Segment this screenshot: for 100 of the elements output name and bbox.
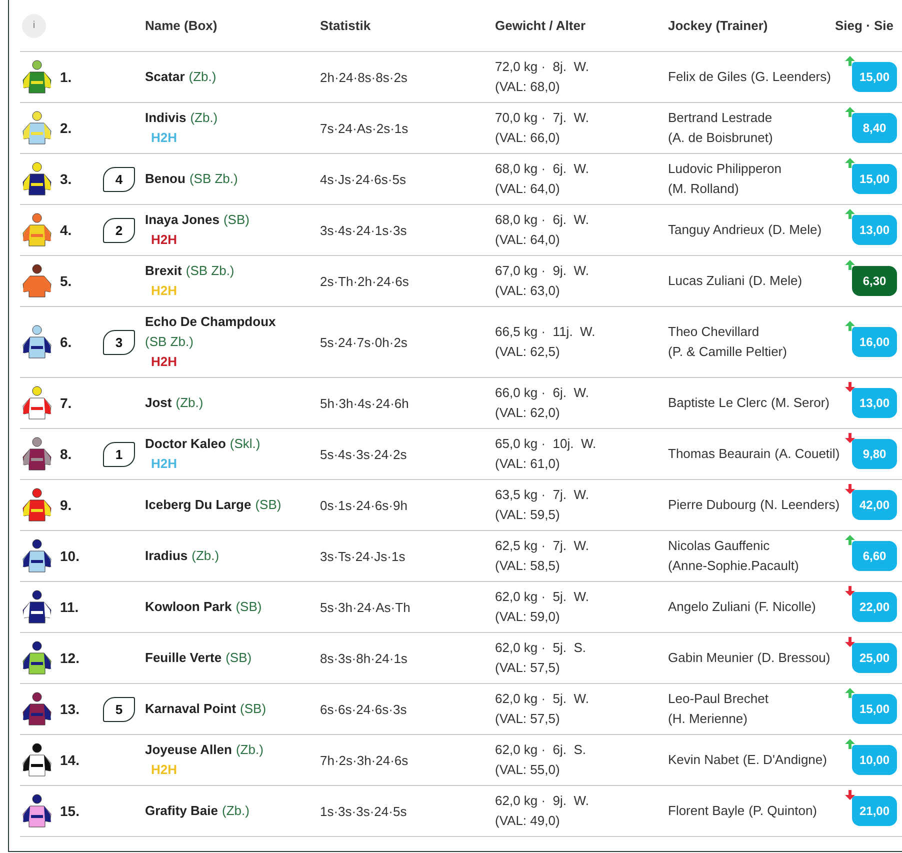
jockey-silks-icon <box>22 264 52 298</box>
weight-age: 62,5 kg · 7j. W. <box>495 537 589 555</box>
equipment-note: (SB) <box>226 649 252 667</box>
horse-name: Iradius <box>145 548 188 563</box>
odds-button[interactable]: 42,00 <box>852 490 897 520</box>
jockey-silks-icon <box>22 162 52 196</box>
odds-button[interactable]: 8,40 <box>852 113 897 143</box>
weight-age: 68,0 kg · 6j. W. <box>495 211 589 229</box>
odds-button[interactable]: 6,60 <box>852 541 897 571</box>
jockey-name: Bertrand Lestrade <box>668 109 772 127</box>
form-stats: 5s·24·7s·0h·2s <box>320 334 408 350</box>
column-header: Gewicht / Alter <box>495 18 587 33</box>
jockey-silks-icon <box>22 539 52 573</box>
trainer-name: (G. Leenders) <box>750 68 831 86</box>
jockey-name: Pierre Dubourg <box>668 496 756 514</box>
equipment-note: (SB) <box>236 598 262 616</box>
jockey-silks-icon <box>22 743 52 777</box>
horse-name: Indivis <box>145 110 186 125</box>
jockey-name: Baptiste Le Clerc <box>668 394 767 412</box>
start-number: 4. <box>60 222 73 238</box>
horse-name: Feuille Verte <box>145 650 222 665</box>
start-number: 7. <box>60 395 73 411</box>
rating-value: (VAL: 58,5) <box>495 557 560 575</box>
equipment-note: (Zb.) <box>222 802 250 820</box>
jockey-name: Tanguy Andrieux <box>668 221 764 239</box>
column-header: Statistik <box>320 18 372 33</box>
info-button[interactable]: i <box>22 14 46 38</box>
rating-value: (VAL: 63,0) <box>495 282 560 300</box>
rating-value: (VAL: 64,0) <box>495 231 560 249</box>
h2h-label[interactable]: H2H <box>151 128 178 148</box>
weight-age: 62,0 kg · 5j. W. <box>495 588 589 606</box>
equipment-note: (SB Zb.) <box>145 333 194 351</box>
jockey-silks-icon <box>22 794 52 828</box>
trainer-name: (D. Bressou) <box>757 649 830 667</box>
odds-button[interactable]: 13,00 <box>852 388 897 418</box>
horse-name: Karnaval Point <box>145 701 236 716</box>
trainer-name: (N. Leenders) <box>760 496 840 514</box>
rating-value: (VAL: 57,5) <box>495 659 560 677</box>
odds-button[interactable]: 6,30 <box>852 266 897 296</box>
form-stats: 3s·Ts·24·Js·1s <box>320 548 406 564</box>
start-number: 5. <box>60 273 73 289</box>
jockey-silks-icon <box>22 590 52 624</box>
rating-value: (VAL: 66,0) <box>495 129 560 147</box>
weight-age: 68,0 kg · 6j. W. <box>495 160 589 178</box>
horse-name: Brexit <box>145 263 182 278</box>
rating-value: (VAL: 49,0) <box>495 812 560 830</box>
trainer-name: (Anne-Sophie.Pacault) <box>668 557 799 575</box>
equipment-note: (Zb.) <box>236 741 264 759</box>
draw-badge: 5 <box>103 696 135 722</box>
odds-button[interactable]: 22,00 <box>852 592 897 622</box>
rating-value: (VAL: 61,0) <box>495 455 560 473</box>
odds-button[interactable]: 10,00 <box>852 745 897 775</box>
horse-name: Joyeuse Allen <box>145 742 232 757</box>
odds-button[interactable]: 21,00 <box>852 796 897 826</box>
odds-button[interactable]: 15,00 <box>852 62 897 92</box>
jockey-name: Angelo Zuliani <box>668 598 750 616</box>
horse-name: Doctor Kaleo <box>145 436 226 451</box>
trainer-name: (H. Merienne) <box>668 710 748 728</box>
trainer-name: (M. Rolland) <box>668 180 739 198</box>
odds-button[interactable]: 15,00 <box>852 164 897 194</box>
odds-button[interactable]: 15,00 <box>852 694 897 724</box>
h2h-label[interactable]: H2H <box>151 454 178 474</box>
jockey-name: Theo Chevillard <box>668 323 760 341</box>
rating-value: (VAL: 62,0) <box>495 404 560 422</box>
jockey-name: Gabin Meunier <box>668 649 754 667</box>
trainer-name: (P. Quinton) <box>748 802 818 820</box>
h2h-label[interactable]: H2H <box>151 230 178 250</box>
form-stats: 3s·4s·24·1s·3s <box>320 222 408 238</box>
jockey-name: Thomas Beaurain <box>668 445 771 463</box>
start-number: 10. <box>60 548 80 564</box>
h2h-label[interactable]: H2H <box>151 281 178 301</box>
equipment-note: (SB Zb.) <box>189 170 238 188</box>
form-stats: 5h·3h·4s·24·6h <box>320 396 410 410</box>
jockey-name: Nicolas Gauffenic <box>668 537 770 555</box>
trainer-name: (F. Nicolle) <box>754 598 816 616</box>
rating-value: (VAL: 57,5) <box>495 710 560 728</box>
weight-age: 65,0 kg · 10j. W. <box>495 435 596 453</box>
h2h-label[interactable]: H2H <box>151 352 178 372</box>
odds-button[interactable]: 25,00 <box>852 643 897 673</box>
weight-age: 62,0 kg · 5j. S. <box>495 639 586 657</box>
horse-name: Inaya Jones <box>145 212 220 227</box>
start-number: 3. <box>60 171 73 187</box>
odds-button[interactable]: 13,00 <box>852 215 897 245</box>
h2h-label[interactable]: H2H <box>151 760 178 780</box>
form-stats: 5s·4s·3s·24·2s <box>320 446 408 462</box>
rating-value: (VAL: 62,5) <box>495 343 560 361</box>
equipment-note: (SB Zb.) <box>186 262 234 280</box>
jockey-silks-icon <box>22 641 52 675</box>
trainer-name: (A. de Boisbrunet) <box>668 129 773 147</box>
equipment-note: (Zb.) <box>176 394 204 412</box>
jockey-silks-icon <box>22 386 52 420</box>
start-number: 8. <box>60 446 73 462</box>
jockey-silks-icon <box>22 213 52 247</box>
odds-button[interactable]: 16,00 <box>852 327 897 357</box>
start-number: 12. <box>60 650 80 666</box>
horse-name: Iceberg Du Large <box>145 497 252 512</box>
form-stats: 2h·24·8s·8s·2s <box>320 70 408 84</box>
odds-button[interactable]: 9,80 <box>852 439 897 469</box>
horse-name: Grafity Baie <box>145 803 218 818</box>
weight-age: 70,0 kg · 7j. W. <box>495 109 589 127</box>
